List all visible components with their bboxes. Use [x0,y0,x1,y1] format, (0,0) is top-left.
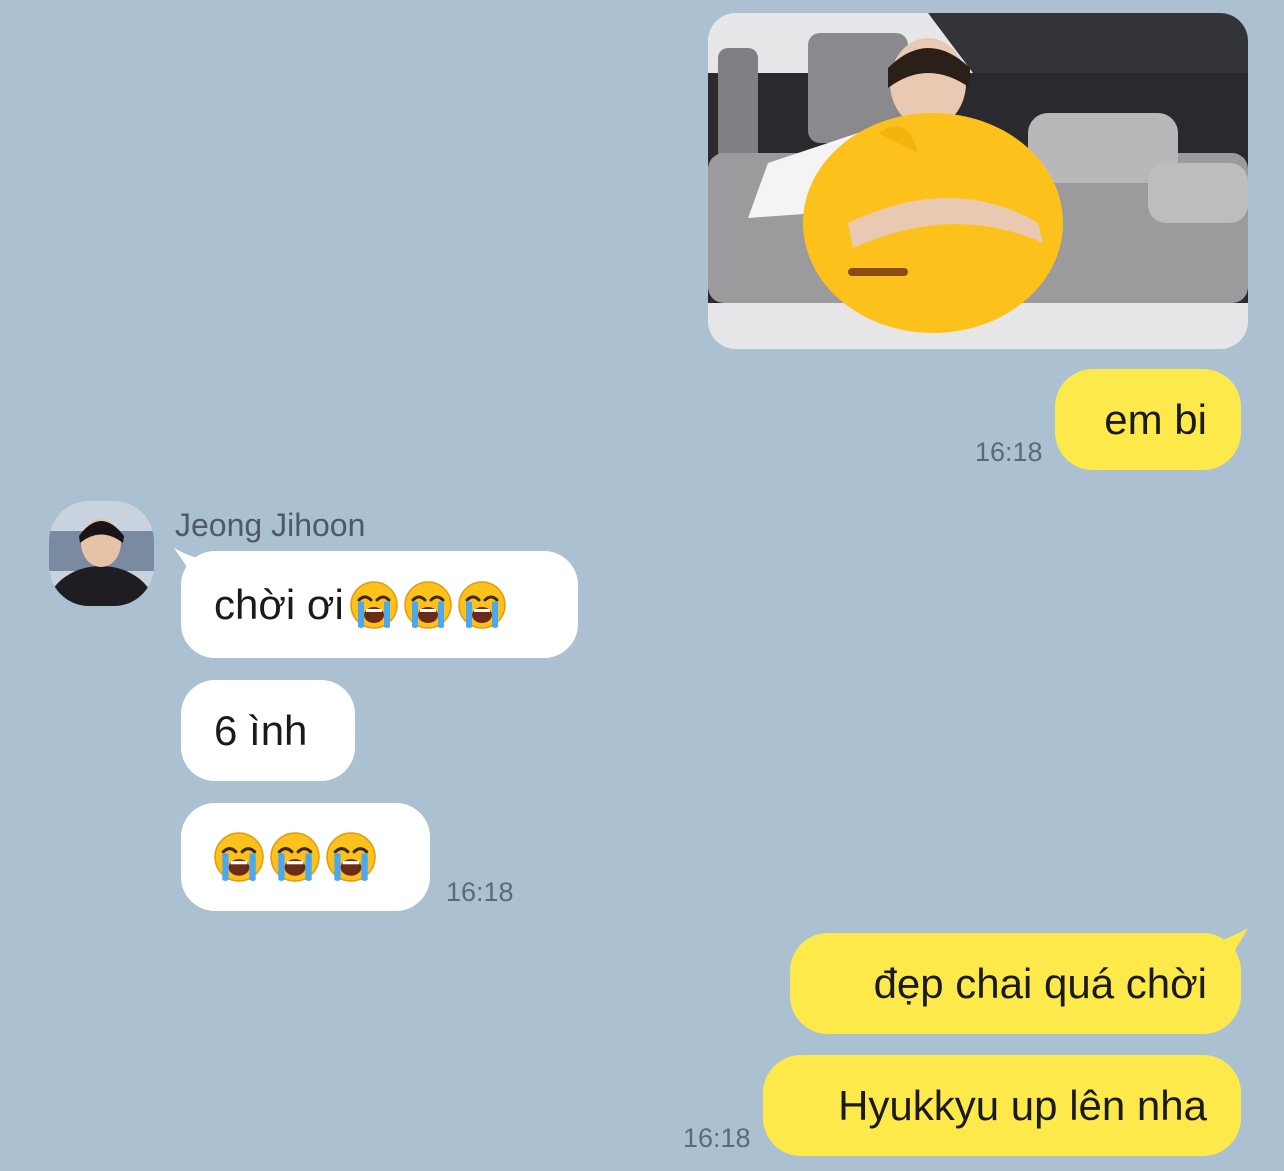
loudly-crying-face-icon [349,580,398,629]
loudly-crying-face-icon [270,832,320,882]
message-text: Hyukkyu up lên nha [838,1081,1207,1129]
profile-photo-icon [49,501,154,606]
message-text: 6 ình [214,706,308,754]
loudly-crying-face-icon [214,832,264,882]
contact-name: Jeong Jihoon [175,507,366,543]
loudly-crying-face-icon [457,580,506,629]
incoming-message-bubble[interactable] [181,803,430,911]
incoming-message-bubble[interactable]: 6 ình [181,680,355,781]
message-text: đẹp chai quá chời [873,959,1207,1007]
message-time: 16:18 [683,1123,751,1153]
shared-photo[interactable] [708,13,1248,349]
message-text: chời ơi [214,580,344,628]
outgoing-message-bubble[interactable]: em bi [1055,369,1241,470]
message-time: 16:18 [446,877,514,907]
outgoing-message-bubble[interactable]: đẹp chai quá chời [790,933,1241,1034]
loudly-crying-face-icon [403,580,452,629]
message-time: 16:18 [975,437,1043,467]
message-text: em bi [1104,395,1207,443]
outgoing-message-bubble[interactable]: Hyukkyu up lên nha [763,1055,1241,1156]
loudly-crying-face-icon [326,832,376,882]
photo-image [708,13,1248,349]
incoming-message-bubble[interactable]: chời ơi [181,551,578,658]
avatar[interactable] [49,501,154,606]
